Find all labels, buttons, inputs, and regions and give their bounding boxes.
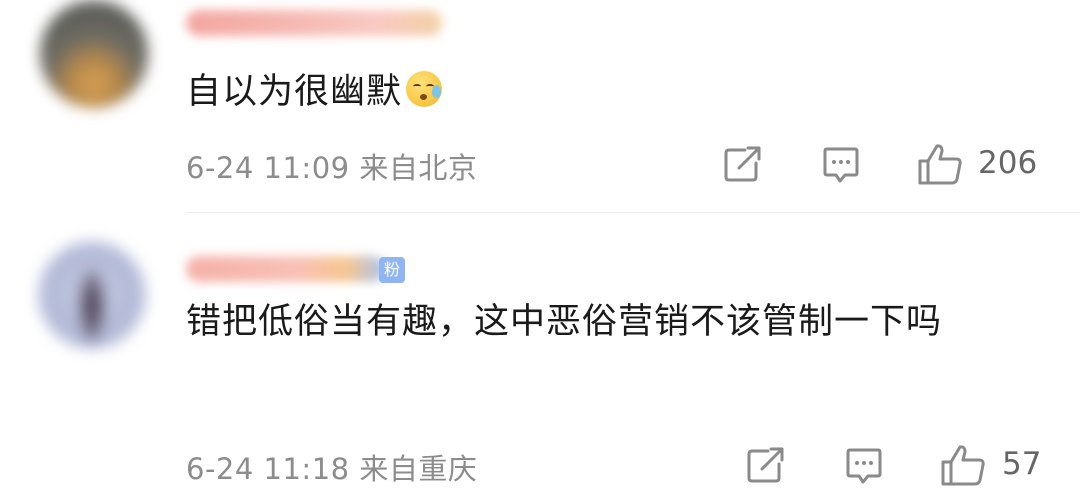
like-icon[interactable]	[939, 443, 987, 487]
comment-time: 6-24 11:09	[186, 151, 350, 185]
comment-meta: 6-24 11:09 来自北京	[186, 145, 477, 187]
comment-location: 来自北京	[359, 151, 478, 185]
comment-text: 错把低俗当有趣，这中恶俗营销不该管制一下吗	[186, 302, 943, 342]
comment-item: 粉 错把低俗当有趣，这中恶俗营销不该管制一下吗 6-24 11:18 来自重庆 …	[0, 213, 1080, 504]
like-count: 57	[1002, 446, 1042, 482]
sweat-emoji-icon	[406, 71, 443, 107]
like-count: 206	[978, 145, 1038, 181]
share-icon[interactable]	[723, 145, 763, 183]
comment-item: 自以为很幽默 6-24 11:09 来自北京 206	[0, 0, 1080, 212]
comment-text: 自以为很幽默	[186, 64, 443, 120]
fan-badge: 粉	[379, 257, 405, 283]
avatar[interactable]	[40, 0, 148, 108]
comment-meta: 6-24 11:18 来自重庆	[186, 446, 477, 488]
avatar[interactable]	[38, 241, 146, 349]
like-icon[interactable]	[916, 142, 964, 186]
comment-time: 6-24 11:18	[186, 452, 350, 486]
share-icon[interactable]	[746, 446, 786, 484]
comment-icon[interactable]	[844, 446, 884, 486]
comment-location: 来自重庆	[359, 452, 478, 486]
comment-icon[interactable]	[821, 145, 861, 185]
username-blurred[interactable]	[186, 256, 386, 282]
username-blurred[interactable]	[186, 10, 442, 36]
